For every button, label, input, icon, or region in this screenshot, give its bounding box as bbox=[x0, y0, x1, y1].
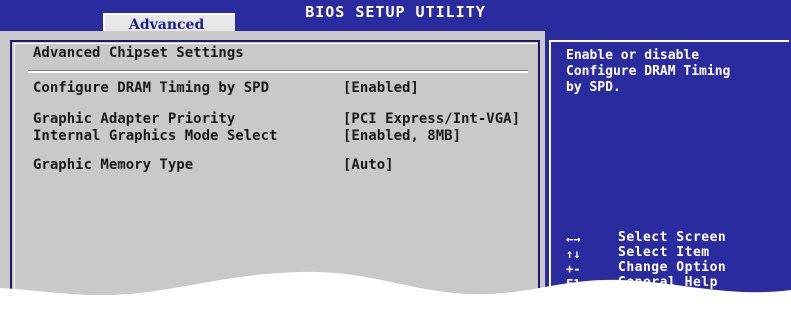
setting-internal-graphics-label[interactable]: Internal Graphics Mode Select bbox=[33, 128, 277, 144]
setting-dram-timing-value[interactable]: [Enabled] bbox=[343, 80, 419, 96]
help-text: Enable or disable Configure DRAM Timing … bbox=[566, 48, 731, 95]
key-hint-select-item: Select Item bbox=[618, 245, 710, 260]
setting-dram-timing-label[interactable]: Configure DRAM Timing by SPD bbox=[33, 80, 269, 96]
setting-internal-graphics-value[interactable]: [Enabled, 8MB] bbox=[343, 128, 461, 144]
key-hint-select-screen: Select Screen bbox=[618, 230, 727, 245]
bios-screen: BIOS SETUP UTILITY Advanced Advanced Chi… bbox=[0, 0, 791, 318]
section-title: Advanced Chipset Settings bbox=[33, 45, 244, 61]
setting-graphic-memory-label[interactable]: Graphic Memory Type bbox=[33, 157, 193, 173]
arrows-up-down-icon: ↑↓ bbox=[566, 247, 581, 261]
setting-graphic-memory-value[interactable]: [Auto] bbox=[343, 157, 394, 173]
arrows-left-right-icon: ←→ bbox=[566, 232, 581, 246]
section-divider bbox=[28, 70, 528, 73]
setting-graphic-adapter-value[interactable]: [PCI Express/Int-VGA] bbox=[343, 111, 520, 127]
setting-graphic-adapter-label[interactable]: Graphic Adapter Priority bbox=[33, 111, 235, 127]
torn-edge-decoration bbox=[0, 271, 791, 318]
